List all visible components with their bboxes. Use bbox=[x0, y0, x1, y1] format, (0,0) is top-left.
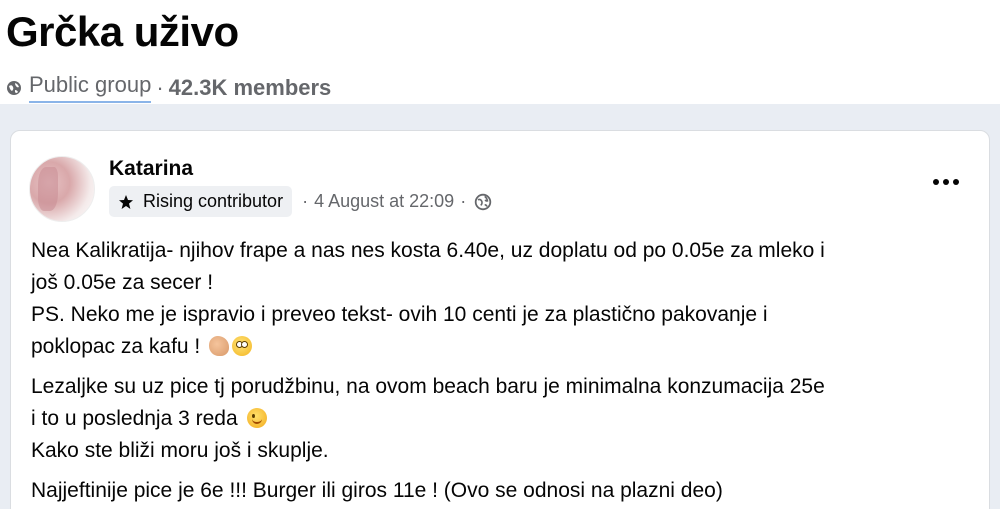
post-text-line: Nea Kalikratija- njihov frape a nas nes … bbox=[31, 239, 825, 262]
more-options-button[interactable] bbox=[929, 173, 963, 191]
post-text-line: Lezaljke su uz pice tj porudžbinu, na ov… bbox=[31, 375, 825, 398]
post-text-line: Najjeftinije pice je 6e !!! Burger ili g… bbox=[31, 479, 723, 502]
globe-icon bbox=[7, 80, 21, 95]
post-text-line: Kako ste bliži moru još i skuplje. bbox=[31, 439, 329, 462]
group-meta: Public group · 42.3K members bbox=[6, 72, 331, 103]
post-paragraph: Najjeftinije pice je 6e !!! Burger ili g… bbox=[31, 475, 981, 507]
globe-icon bbox=[474, 193, 492, 210]
public-group-link[interactable]: Public group bbox=[29, 72, 152, 103]
post-timestamp[interactable]: 4 August at 22:09 bbox=[314, 191, 454, 212]
meta-separator: · bbox=[302, 191, 309, 211]
post-body: Nea Kalikratija- njihov frape a nas nes … bbox=[31, 235, 981, 509]
post-paragraph: Lezaljke su uz pice tj porudžbinu, na ov… bbox=[31, 371, 981, 467]
post-meta: Rising contributor · 4 August at 22:09 · bbox=[109, 186, 492, 217]
meta-separator: · bbox=[156, 74, 164, 100]
more-options-icon bbox=[933, 179, 939, 185]
post-text-line: i to u poslednja 3 reda bbox=[31, 407, 238, 430]
post-text-line: PS. Neko me je ispravio i preveo tekst- … bbox=[31, 303, 768, 326]
clapping-hands-emoji-icon bbox=[209, 336, 230, 356]
star-icon bbox=[119, 194, 133, 209]
winking-face-emoji-icon bbox=[246, 408, 267, 428]
meta-separator: · bbox=[460, 191, 467, 211]
group-header: Grčka uživo Public group · 42.3K members bbox=[0, 0, 1000, 104]
rising-contributor-badge[interactable]: Rising contributor bbox=[109, 186, 293, 217]
post-text-line-with-emoji: i to u poslednja 3 reda bbox=[31, 403, 981, 435]
eye-roll-emoji-icon bbox=[232, 336, 253, 356]
avatar[interactable] bbox=[29, 156, 95, 222]
post-author[interactable]: Katarina bbox=[109, 157, 193, 181]
post-card: Katarina Rising contributor · 4 August a… bbox=[10, 130, 990, 509]
post-text-line: poklopac za kafu ! bbox=[31, 335, 201, 358]
post-text-line-with-emoji: poklopac za kafu ! bbox=[31, 331, 981, 363]
post-paragraph: Nea Kalikratija- njihov frape a nas nes … bbox=[31, 235, 981, 363]
post-text-line: još 0.05e za secer ! bbox=[31, 271, 214, 294]
badge-label: Rising contributor bbox=[143, 191, 284, 211]
group-title: Grčka uživo bbox=[6, 8, 239, 55]
members-count[interactable]: 42.3K members bbox=[169, 75, 332, 101]
